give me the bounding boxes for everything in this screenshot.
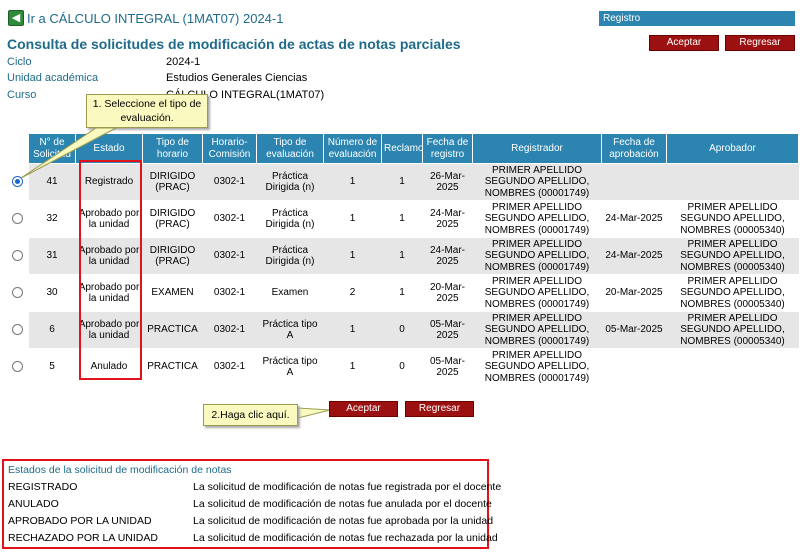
callout-pointer [297,407,331,419]
legend-state: REGISTRADO [8,481,78,493]
states-legend: Estados de la solicitud de modificación … [2,459,501,549]
callout-pointer [20,127,117,179]
legend-title: Estados de la solicitud de modificación … [8,464,232,476]
legend-state: RECHAZADO POR LA UNIDAD [8,532,158,544]
legend-desc: La solicitud de modificación de notas fu… [193,515,494,527]
legend-state: ANULADO [8,498,59,510]
legend-state: APROBADO POR LA UNIDAD [8,515,152,527]
legend-desc: La solicitud de modificación de notas fu… [193,532,498,544]
return-button[interactable]: Regresar [405,401,474,417]
legend-desc: La solicitud de modificación de notas fu… [193,481,502,493]
legend-desc: La solicitud de modificación de notas fu… [193,498,492,510]
step2-callout: 2.Haga clic aquí. [203,404,298,426]
accept-button[interactable]: Aceptar [329,401,398,417]
